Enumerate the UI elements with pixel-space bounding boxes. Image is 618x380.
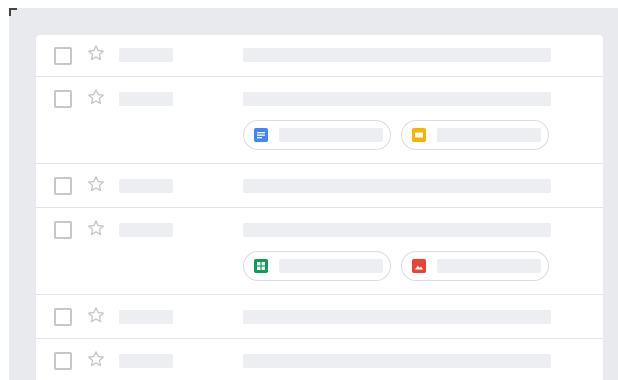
- subject-placeholder: [243, 354, 551, 368]
- subject-placeholder: [243, 179, 551, 193]
- attachment-name-placeholder: [437, 128, 541, 142]
- subject-placeholder: [243, 92, 551, 106]
- docs-icon: [254, 128, 268, 142]
- attachment-chip[interactable]: [243, 251, 391, 281]
- sheets-icon: [254, 259, 268, 273]
- select-checkbox[interactable]: [54, 177, 72, 195]
- subject-placeholder: [243, 48, 551, 62]
- sender-placeholder: [119, 48, 173, 62]
- star-icon[interactable]: [86, 349, 106, 369]
- sender-placeholder: [119, 92, 173, 106]
- email-row[interactable]: [36, 77, 603, 164]
- attachment-name-placeholder: [279, 259, 383, 273]
- attachment-chip[interactable]: [401, 251, 549, 281]
- email-row[interactable]: [36, 295, 603, 339]
- sender-placeholder: [119, 179, 173, 193]
- slides-icon: [412, 128, 426, 142]
- star-icon[interactable]: [86, 43, 106, 63]
- email-row[interactable]: [36, 208, 603, 295]
- email-row[interactable]: [36, 164, 603, 208]
- star-icon[interactable]: [86, 305, 106, 325]
- star-icon[interactable]: [86, 87, 106, 107]
- select-checkbox[interactable]: [54, 352, 72, 370]
- select-checkbox[interactable]: [54, 221, 72, 239]
- select-checkbox[interactable]: [54, 47, 72, 65]
- attachment-name-placeholder: [437, 259, 541, 273]
- attachment-chip[interactable]: [401, 120, 549, 150]
- select-checkbox[interactable]: [54, 90, 72, 108]
- image-icon: [412, 259, 426, 273]
- subject-placeholder: [243, 310, 551, 324]
- sender-placeholder: [119, 223, 173, 237]
- window-corner: [9, 8, 17, 16]
- attachment-name-placeholder: [279, 128, 383, 142]
- inbox-list: [36, 35, 603, 380]
- email-row[interactable]: [36, 35, 603, 77]
- star-icon[interactable]: [86, 218, 106, 238]
- subject-placeholder: [243, 223, 551, 237]
- attachment-chip[interactable]: [243, 120, 391, 150]
- sender-placeholder: [119, 354, 173, 368]
- select-checkbox[interactable]: [54, 308, 72, 326]
- sender-placeholder: [119, 310, 173, 324]
- email-row[interactable]: [36, 339, 603, 380]
- star-icon[interactable]: [86, 174, 106, 194]
